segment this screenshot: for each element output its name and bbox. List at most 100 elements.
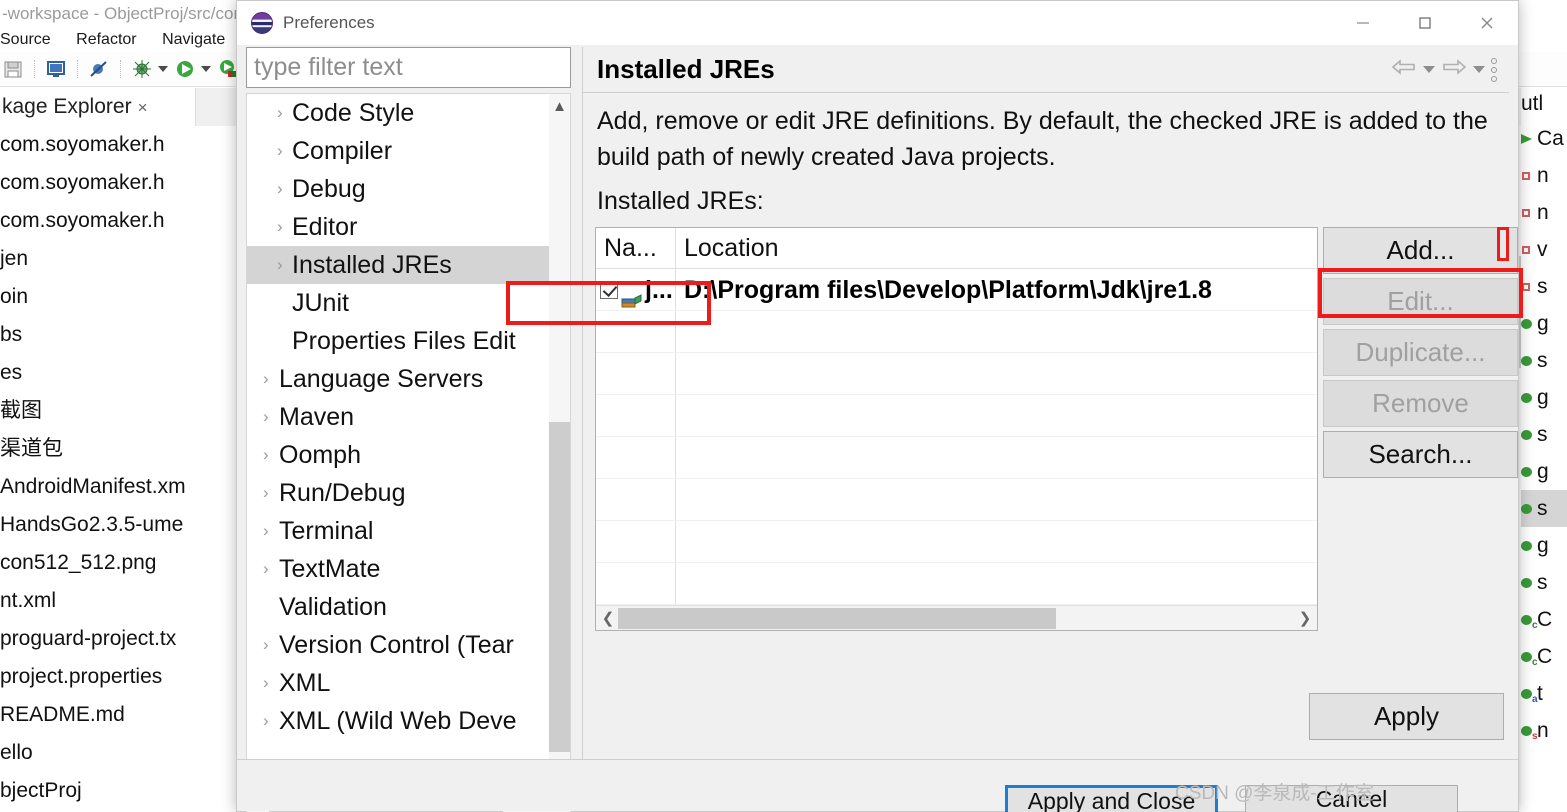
outline-item[interactable]: s (1521, 490, 1567, 527)
outline-item[interactable]: g (1521, 527, 1567, 564)
jre-table[interactable]: Na... Location j... D:\Program files\Dev… (595, 227, 1318, 631)
run-dropdown-icon[interactable] (201, 66, 211, 72)
scroll-left-icon[interactable]: ❮ (598, 606, 618, 630)
list-item[interactable]: com.soyomaker.h (0, 126, 236, 164)
scrollbar-thumb[interactable] (618, 608, 1056, 629)
outline-item[interactable]: Ca (1521, 120, 1567, 157)
table-row[interactable]: j... D:\Program files\Develop\Platform\J… (596, 269, 1317, 311)
outline-item[interactable]: n (1521, 157, 1567, 194)
outline-item[interactable]: s (1521, 564, 1567, 601)
table-cell-name[interactable]: j... (596, 269, 676, 310)
outline-item[interactable]: sn (1521, 712, 1567, 749)
tab-package-explorer[interactable]: kage Explorer × (0, 88, 196, 126)
menu-refactor[interactable]: Refactor (76, 31, 136, 48)
forward-arrow-icon[interactable] (1441, 57, 1467, 82)
tree-item-run-debug[interactable]: › Run/Debug (247, 474, 549, 512)
chevron-right-icon[interactable]: › (277, 208, 283, 246)
column-header-location[interactable]: Location (676, 228, 1317, 268)
scrollbar-thumb[interactable] (549, 422, 570, 752)
list-item[interactable]: nt.xml (0, 582, 236, 620)
list-item[interactable]: oin (0, 278, 236, 316)
search-button[interactable]: Search... (1323, 431, 1518, 478)
list-item[interactable]: HandsGo2.3.5-ume (0, 506, 236, 544)
close-button[interactable] (1456, 1, 1518, 45)
list-item[interactable]: proguard-project.tx (0, 620, 236, 658)
tree-item-xml-wild-web-deve[interactable]: › XML (Wild Web Deve (247, 702, 549, 740)
tree-item-maven[interactable]: › Maven (247, 398, 549, 436)
tree-item-xml[interactable]: › XML (247, 664, 549, 702)
list-item[interactable]: 截图 (0, 392, 236, 430)
outline-item[interactable]: g (1521, 453, 1567, 490)
tree-item-properties-files-edit[interactable]: Properties Files Edit (247, 322, 549, 360)
add-button[interactable]: Add... (1323, 227, 1518, 274)
tree-vertical-scrollbar[interactable]: ▲ ▼ (549, 94, 570, 789)
chevron-right-icon[interactable]: › (263, 702, 269, 740)
outline-item[interactable]: at (1521, 675, 1567, 712)
tree-item-oomph[interactable]: › Oomph (247, 436, 549, 474)
chevron-right-icon[interactable]: › (277, 246, 283, 284)
run-icon[interactable] (174, 58, 196, 80)
outline-item[interactable]: cC (1521, 638, 1567, 675)
scroll-right-icon[interactable]: ❯ (1295, 606, 1315, 630)
close-icon[interactable]: × (138, 98, 148, 117)
tree-item-version-control-tear[interactable]: › Version Control (Tear (247, 626, 549, 664)
outline-item[interactable]: v (1521, 231, 1567, 268)
debug-icon[interactable] (131, 58, 153, 80)
chevron-right-icon[interactable]: › (263, 550, 269, 588)
menu-dots-icon[interactable] (1491, 57, 1497, 82)
back-arrow-icon[interactable] (1391, 57, 1417, 82)
outline-item[interactable]: cC (1521, 601, 1567, 638)
outline-item[interactable]: s (1521, 342, 1567, 379)
list-item[interactable]: bs (0, 316, 236, 354)
scroll-up-icon[interactable]: ▲ (549, 94, 570, 118)
preferences-tree[interactable]: › Code Style › Compiler › Debug › Editor › Instal… (246, 93, 571, 790)
tree-item-debug[interactable]: › Debug (247, 170, 549, 208)
debug-dropdown-icon[interactable] (158, 66, 168, 72)
list-item[interactable]: ello (0, 734, 236, 772)
list-item[interactable]: bjectProj (0, 772, 236, 810)
chevron-right-icon[interactable]: › (263, 664, 269, 702)
jre-default-checkbox[interactable] (600, 280, 618, 299)
expand-arrow-icon[interactable] (1521, 134, 1532, 144)
chevron-right-icon[interactable]: › (277, 132, 283, 170)
outline-item[interactable]: s (1521, 268, 1567, 305)
list-item[interactable]: README.md (0, 696, 236, 734)
menu-source[interactable]: Source (0, 31, 51, 48)
menu-navigate[interactable]: Navigate (162, 31, 225, 48)
tree-item-code-style[interactable]: › Code Style (247, 94, 549, 132)
apply-button[interactable]: Apply (1309, 693, 1504, 740)
tree-item-terminal[interactable]: › Terminal (247, 512, 549, 550)
table-horizontal-scrollbar[interactable]: ❮ ❯ (596, 605, 1317, 630)
forward-dropdown-icon[interactable] (1473, 66, 1485, 73)
tree-item-junit[interactable]: JUnit (247, 284, 549, 322)
chevron-right-icon[interactable]: › (263, 626, 269, 664)
list-item[interactable]: com.soyomaker.h (0, 164, 236, 202)
column-header-name[interactable]: Na... (596, 228, 676, 268)
tree-item-installed-jres[interactable]: › Installed JREs (247, 246, 549, 284)
maximize-button[interactable] (1394, 1, 1456, 45)
back-dropdown-icon[interactable] (1423, 66, 1435, 73)
list-item[interactable]: com.soyomaker.h (0, 202, 236, 240)
tree-item-validation[interactable]: Validation (247, 588, 549, 626)
tree-item-textmate[interactable]: › TextMate (247, 550, 549, 588)
chevron-right-icon[interactable]: › (277, 170, 283, 208)
outline-item[interactable]: g (1521, 379, 1567, 416)
list-item[interactable]: AndroidManifest.xm (0, 468, 236, 506)
list-item[interactable]: 渠道包 (0, 430, 236, 468)
console-icon[interactable] (45, 58, 67, 80)
outline-item[interactable]: n (1521, 194, 1567, 231)
outline-item[interactable]: s (1521, 416, 1567, 453)
package-explorer-tree[interactable]: com.soyomaker.h com.soyomaker.h com.soyo… (0, 126, 236, 812)
list-item[interactable]: project.properties (0, 658, 236, 696)
chevron-right-icon[interactable]: › (277, 94, 283, 132)
list-item[interactable]: con512_512.png (0, 544, 236, 582)
outline-view[interactable]: utl Ca n n v s g s g s g s g s c Cc Ca t s n (1521, 88, 1567, 812)
skip-breakpoints-icon[interactable] (88, 58, 110, 80)
list-item[interactable]: jen (0, 240, 236, 278)
chevron-right-icon[interactable]: › (263, 512, 269, 550)
chevron-right-icon[interactable]: › (263, 474, 269, 512)
table-cell-location[interactable]: D:\Program files\Develop\Platform\Jdk\jr… (676, 269, 1317, 310)
list-item[interactable]: es (0, 354, 236, 392)
filter-input[interactable]: type filter text (246, 47, 571, 88)
outline-item[interactable]: g (1521, 305, 1567, 342)
